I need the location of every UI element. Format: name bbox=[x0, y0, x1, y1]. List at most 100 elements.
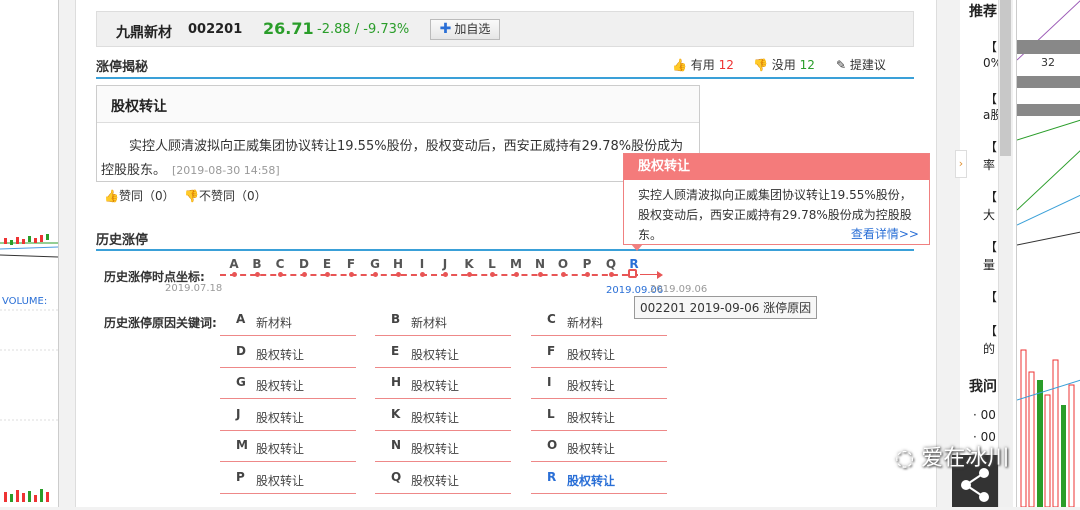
view-details-link[interactable]: 查看详情>> bbox=[851, 225, 919, 242]
timeline-letter-o[interactable]: O bbox=[556, 257, 570, 271]
timeline-letter-l[interactable]: L bbox=[485, 257, 499, 271]
timeline-letter-f[interactable]: F bbox=[344, 257, 358, 271]
timeline-dot-d[interactable] bbox=[302, 272, 307, 277]
timeline-letter-k[interactable]: K bbox=[462, 257, 476, 271]
timeline-letter-p[interactable]: P bbox=[580, 257, 594, 271]
keyword-letter: N bbox=[391, 438, 402, 452]
keyword-text: 股权转让 bbox=[411, 473, 460, 488]
keyword-letter: C bbox=[547, 312, 556, 326]
recommend-item-4[interactable]: 【 bbox=[985, 188, 997, 205]
timeline-letter-m[interactable]: M bbox=[509, 257, 523, 271]
keyword-letter: A bbox=[236, 312, 246, 326]
keyword-item-h[interactable]: H 股权转让 bbox=[375, 373, 511, 399]
timeline-dot-o[interactable] bbox=[561, 272, 566, 277]
keyword-item-p[interactable]: P 股权转让 bbox=[220, 468, 356, 494]
ask-item-1[interactable]: · 00 bbox=[973, 408, 996, 422]
keyword-item-q[interactable]: Q 股权转让 bbox=[375, 468, 511, 494]
recommend-item-1[interactable]: 【 bbox=[985, 38, 997, 55]
recommend-item-5[interactable]: 【 bbox=[985, 238, 997, 255]
keyword-letter: G bbox=[236, 375, 246, 389]
timeline-letter-d[interactable]: D bbox=[297, 257, 311, 271]
timeline-end-date: 2019.09.06 bbox=[650, 284, 708, 295]
timeline-letter-n[interactable]: N bbox=[533, 257, 547, 271]
scrollbar-thumb[interactable] bbox=[1000, 0, 1011, 156]
recommend-item-5-text: 量 bbox=[983, 258, 996, 272]
recommend-item-6[interactable]: 【 bbox=[985, 288, 997, 305]
timeline-letter-b[interactable]: B bbox=[250, 257, 264, 271]
timeline-letter-e[interactable]: E bbox=[320, 257, 334, 271]
keyword-text: 股权转让 bbox=[567, 410, 616, 425]
recommend-item-2[interactable]: 【 bbox=[985, 90, 997, 107]
keyword-text: 新材料 bbox=[256, 316, 293, 330]
timeline-dot-g[interactable] bbox=[373, 272, 378, 277]
reason-tooltip: 股权转让 实控人顾清波拟向正威集团协议转让19.55%股份，股权变动后，西安正威… bbox=[623, 153, 930, 245]
keyword-item-c[interactable]: C 新材料 bbox=[531, 310, 667, 336]
timeline-letter-a[interactable]: A bbox=[227, 257, 241, 271]
vertical-scrollbar[interactable] bbox=[998, 0, 1013, 507]
keyword-letter: M bbox=[236, 438, 248, 452]
keyword-item-a[interactable]: A 新材料 bbox=[220, 310, 356, 336]
keyword-text: 股权转让 bbox=[256, 379, 305, 393]
keyword-item-i[interactable]: I 股权转让 bbox=[531, 373, 667, 399]
keyword-item-j[interactable]: J 股权转让 bbox=[220, 405, 356, 431]
keyword-text: 股权转让 bbox=[256, 347, 305, 362]
add-watchlist-label: 加自选 bbox=[454, 22, 491, 36]
suggest-button[interactable]: ✎ 提建议 bbox=[836, 56, 886, 73]
volume-label: VOLUME: bbox=[2, 296, 48, 307]
keyword-item-r[interactable]: R 股权转让 bbox=[531, 468, 667, 494]
timeline-letter-h[interactable]: H bbox=[391, 257, 405, 271]
timeline-letter-q[interactable]: Q bbox=[604, 257, 618, 271]
timeline-dot-l[interactable] bbox=[490, 272, 495, 277]
timeline-letter-c[interactable]: C bbox=[273, 257, 287, 271]
stock-name[interactable]: 九鼎新材 bbox=[116, 22, 172, 42]
add-watchlist-button[interactable]: ✚ 加自选 bbox=[430, 19, 500, 40]
keyword-item-f[interactable]: F 股权转让 bbox=[531, 342, 667, 368]
timeline-dot-n[interactable] bbox=[538, 272, 543, 277]
timeline-dot-e[interactable] bbox=[325, 272, 330, 277]
keyword-item-d[interactable]: D 股权转让 bbox=[220, 342, 356, 368]
timeline-dot-m[interactable] bbox=[514, 272, 519, 277]
timeline-dot-f[interactable] bbox=[349, 272, 354, 277]
stock-price: 26.71 bbox=[263, 19, 314, 38]
timeline-dot-c[interactable] bbox=[278, 272, 283, 277]
useful-button[interactable]: 👍 有用 12 bbox=[672, 56, 734, 73]
timeline-dot-b[interactable] bbox=[255, 272, 260, 277]
keyword-item-k[interactable]: K 股权转让 bbox=[375, 405, 511, 431]
keyword-item-m[interactable]: M 股权转让 bbox=[220, 436, 356, 462]
keyword-letter: K bbox=[391, 406, 401, 421]
keyword-letter: F bbox=[547, 343, 556, 358]
timeline-dot-p[interactable] bbox=[585, 272, 590, 277]
disagree-button[interactable]: 👎不赞同（0） bbox=[184, 187, 267, 204]
timeline-dot-q[interactable] bbox=[609, 272, 614, 277]
timeline-dot-h[interactable] bbox=[396, 272, 401, 277]
useless-label: 没用 bbox=[771, 58, 796, 72]
agree-button[interactable]: 👍赞同（0） bbox=[104, 187, 175, 204]
keyword-item-b[interactable]: B 新材料 bbox=[375, 310, 511, 336]
useful-count: 12 bbox=[718, 58, 734, 72]
thumbs-down-icon: 👎 bbox=[184, 189, 199, 203]
left-kline-chart: VOLUME: bbox=[0, 0, 59, 507]
keyword-text: 股权转让 bbox=[256, 410, 305, 425]
useless-button[interactable]: 👎 没用 12 bbox=[753, 56, 815, 73]
timeline-current-marker[interactable] bbox=[628, 269, 637, 278]
watermark-text: 爱在冰川 bbox=[921, 446, 1010, 471]
timeline-letter-g[interactable]: G bbox=[368, 257, 382, 271]
keyword-text: 股权转让 bbox=[567, 347, 616, 362]
section-divider bbox=[96, 77, 914, 79]
timeline-dot-j[interactable] bbox=[443, 272, 448, 277]
keyword-item-n[interactable]: N 股权转让 bbox=[375, 436, 511, 462]
pencil-icon: ✎ bbox=[836, 58, 847, 72]
tooltip-tail bbox=[631, 244, 643, 251]
keyword-item-g[interactable]: G 股权转让 bbox=[220, 373, 356, 399]
timeline-dot-i[interactable] bbox=[420, 272, 425, 277]
timeline-dot-a[interactable] bbox=[232, 272, 237, 277]
recommend-item-3[interactable]: 【 bbox=[985, 138, 997, 155]
timeline-dot-k[interactable] bbox=[467, 272, 472, 277]
timeline-letter-i[interactable]: I bbox=[415, 257, 429, 271]
recommend-item-7[interactable]: 【 bbox=[985, 322, 997, 339]
timeline-letter-j[interactable]: J bbox=[438, 257, 452, 271]
keyword-item-o[interactable]: O 股权转让 bbox=[531, 436, 667, 462]
keyword-item-l[interactable]: L 股权转让 bbox=[531, 405, 667, 431]
collapse-arrow-icon[interactable]: › bbox=[955, 150, 967, 178]
keyword-item-e[interactable]: E 股权转让 bbox=[375, 342, 511, 368]
